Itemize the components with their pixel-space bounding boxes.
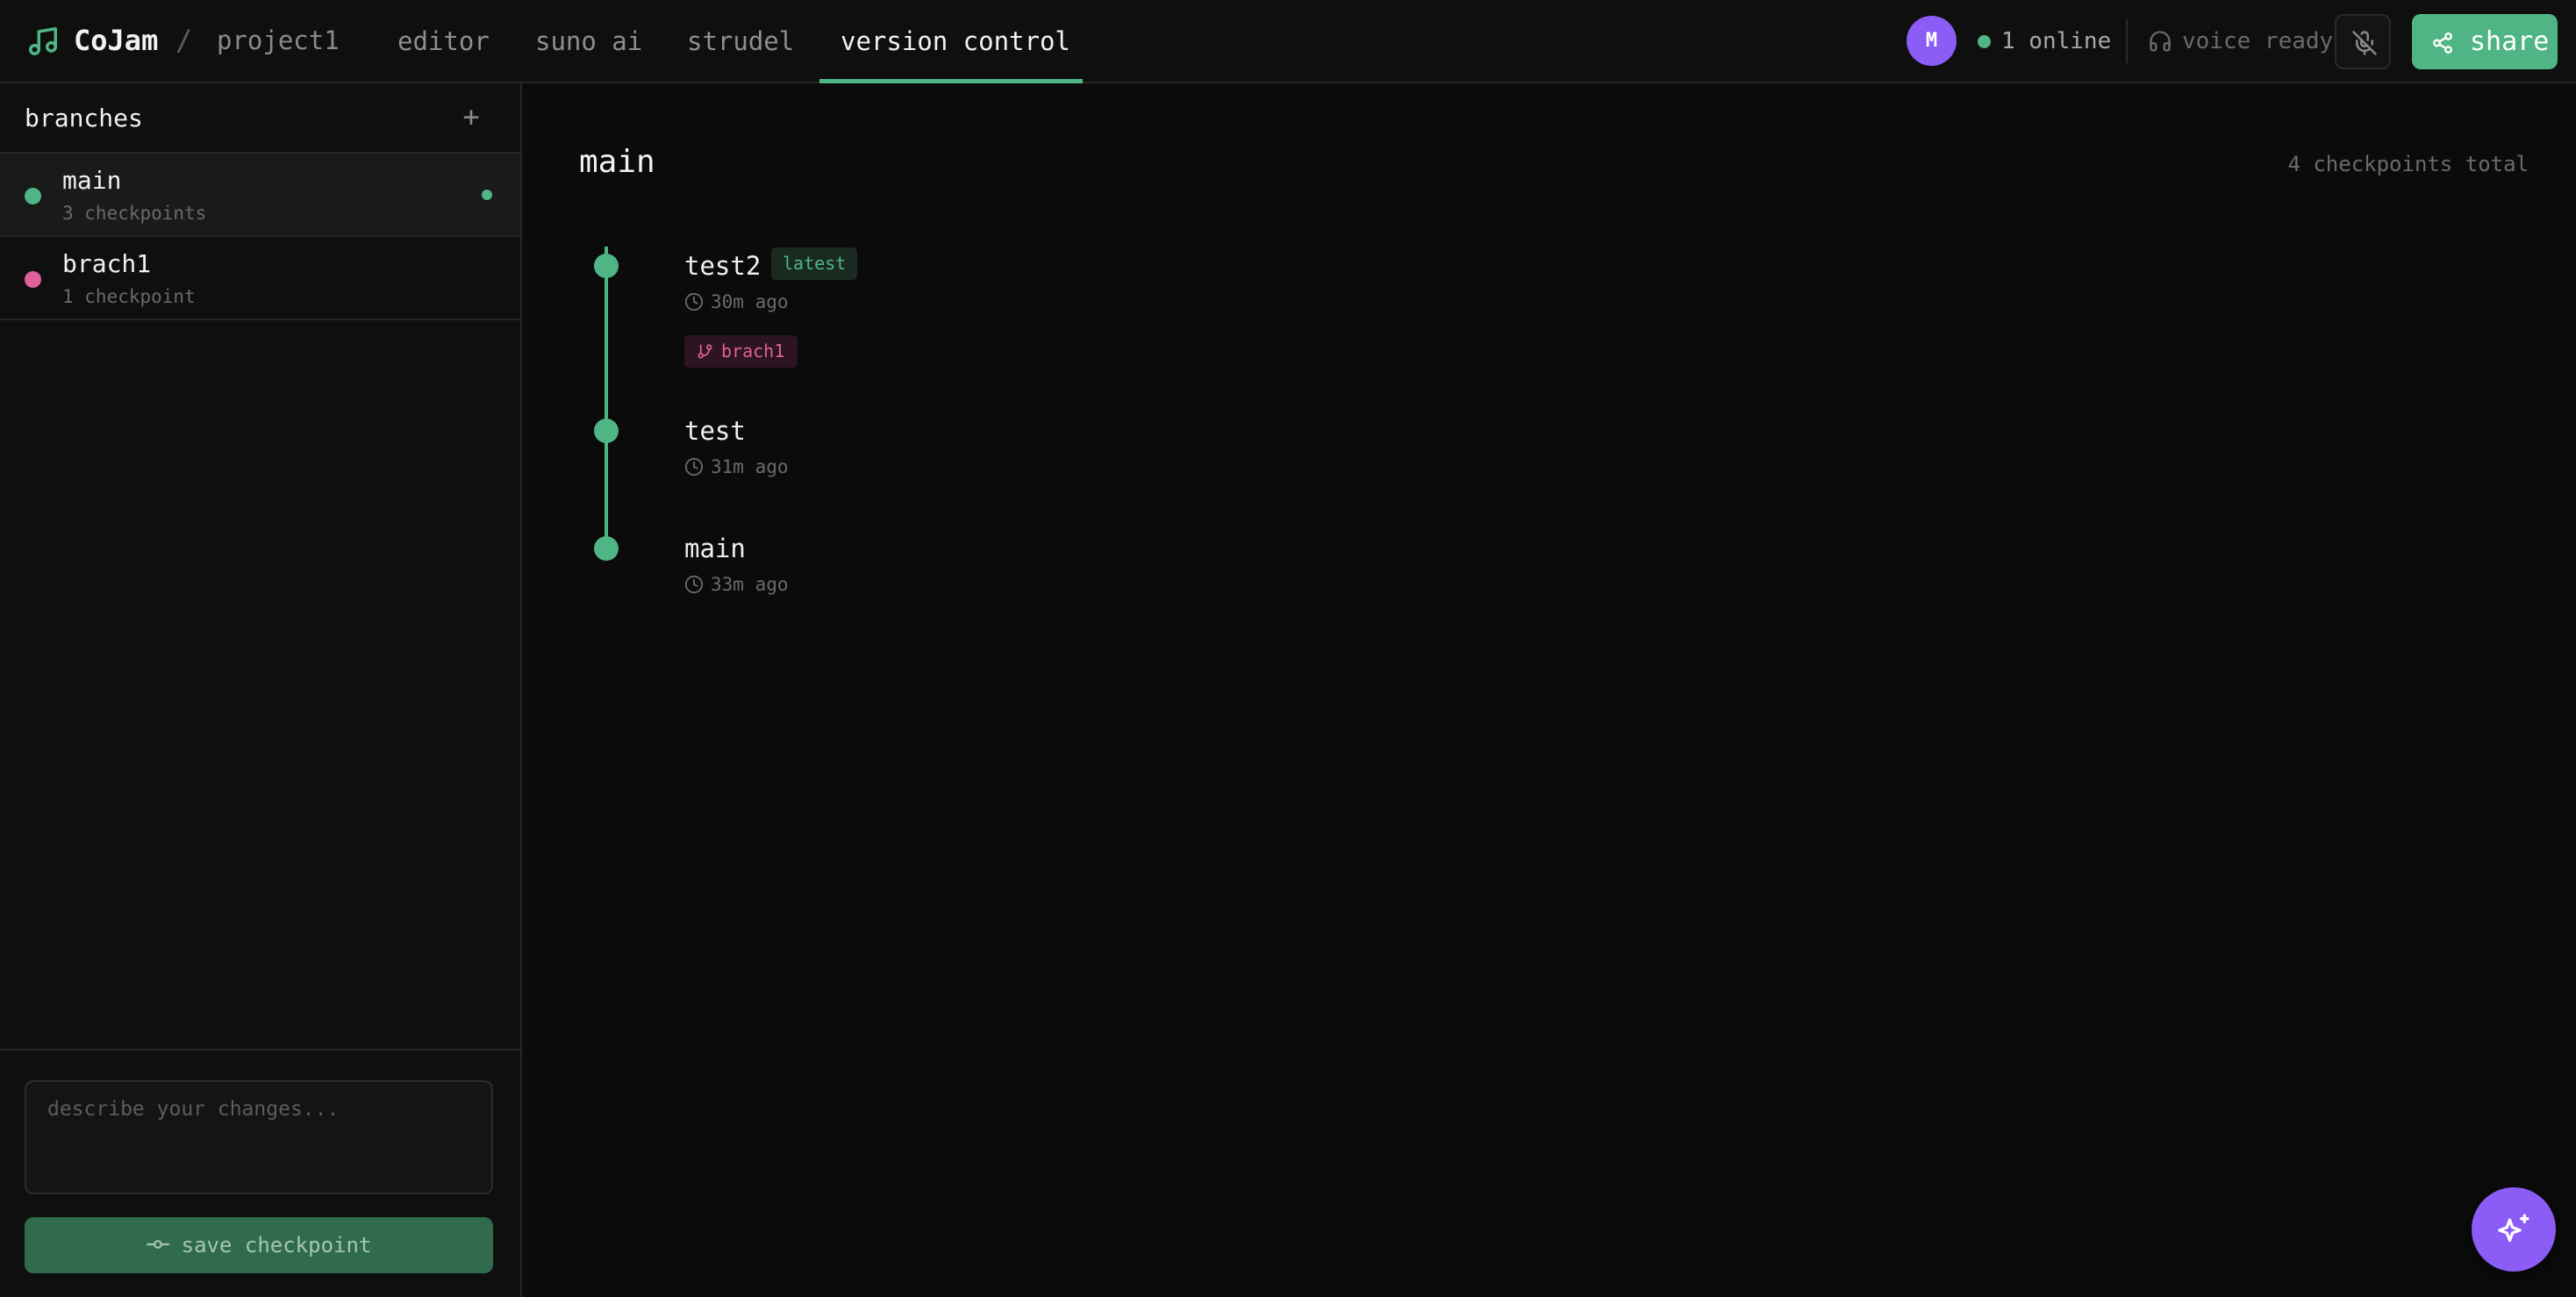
- checkpoint-time: 30m ago: [684, 289, 789, 315]
- tab-editor[interactable]: editor: [397, 0, 490, 83]
- branch-name: main: [62, 166, 122, 195]
- commit-icon: [146, 1240, 169, 1249]
- share-button[interactable]: share: [2412, 14, 2558, 69]
- checkpoint-node[interactable]: [594, 419, 619, 443]
- checkpoint-name[interactable]: main: [684, 530, 746, 567]
- online-count: 1 online: [2001, 28, 2112, 54]
- online-status-dot: [1978, 35, 1991, 48]
- ai-assistant-button[interactable]: [2472, 1187, 2556, 1272]
- current-branch-indicator: [482, 190, 492, 200]
- app-name[interactable]: CoJam: [74, 21, 158, 60]
- headphones-icon: [2150, 31, 2171, 52]
- branch-item-main[interactable]: main 3 checkpoints: [0, 154, 520, 237]
- checkpoint-node[interactable]: [594, 254, 619, 278]
- checkpoint-name[interactable]: test: [684, 412, 746, 449]
- mic-off-icon: [2352, 31, 2377, 55]
- latest-badge: latest: [771, 247, 858, 280]
- branches-header: branches +: [0, 83, 520, 154]
- checkpoint-time: 33m ago: [684, 571, 789, 598]
- top-bar: CoJam / project1 editor suno ai strudel …: [0, 0, 2576, 83]
- version-history-panel: main 4 checkpoints total test2 latest 30…: [524, 83, 2576, 1297]
- header-divider: [2126, 19, 2128, 63]
- mute-mic-button[interactable]: [2335, 14, 2391, 69]
- tab-version-control[interactable]: version control: [841, 0, 1070, 83]
- branch-color-dot: [25, 188, 41, 204]
- clock-icon: [684, 575, 704, 593]
- sparkles-icon: [2498, 1214, 2529, 1243]
- tab-suno-ai[interactable]: suno ai: [535, 0, 642, 83]
- music-note-icon: [29, 27, 57, 55]
- save-checkpoint-label: save checkpoint: [181, 1233, 372, 1258]
- checkpoint-time: 31m ago: [684, 454, 789, 480]
- branch-name: brach1: [62, 249, 152, 278]
- branch-checkpoint-count: 3 checkpoints: [62, 203, 207, 224]
- checkpoint-node[interactable]: [594, 536, 619, 561]
- avatar[interactable]: M: [1907, 16, 1957, 66]
- voice-status: voice ready: [2182, 28, 2334, 54]
- clock-icon: [684, 292, 704, 311]
- branches-title: branches: [25, 104, 143, 133]
- branch-item-brach1[interactable]: brach1 1 checkpoint: [0, 237, 520, 320]
- clock-icon: [684, 457, 704, 476]
- changes-description-input[interactable]: [25, 1080, 493, 1194]
- branch-checkpoint-count: 1 checkpoint: [62, 286, 196, 307]
- branch-tag[interactable]: brach1: [684, 335, 798, 368]
- checkpoint-name[interactable]: test2: [684, 247, 761, 284]
- checkpoints-total: 4 checkpoints total: [2287, 152, 2529, 176]
- checkpoint-form: save checkpoint: [0, 1049, 520, 1297]
- branch-title: main: [579, 144, 655, 180]
- branch-color-dot: [25, 271, 41, 288]
- tab-strudel[interactable]: strudel: [687, 0, 794, 83]
- share-label: share: [2470, 26, 2550, 57]
- timeline-line: [605, 247, 608, 549]
- breadcrumb-separator: /: [175, 24, 193, 57]
- share-icon: [2433, 32, 2452, 54]
- branches-sidebar: branches + main 3 checkpoints brach1 1 c…: [0, 83, 522, 1297]
- save-checkpoint-button[interactable]: save checkpoint: [25, 1217, 493, 1273]
- git-branch-icon: [698, 344, 712, 359]
- add-branch-button[interactable]: +: [458, 97, 484, 136]
- project-name[interactable]: project1: [217, 21, 340, 60]
